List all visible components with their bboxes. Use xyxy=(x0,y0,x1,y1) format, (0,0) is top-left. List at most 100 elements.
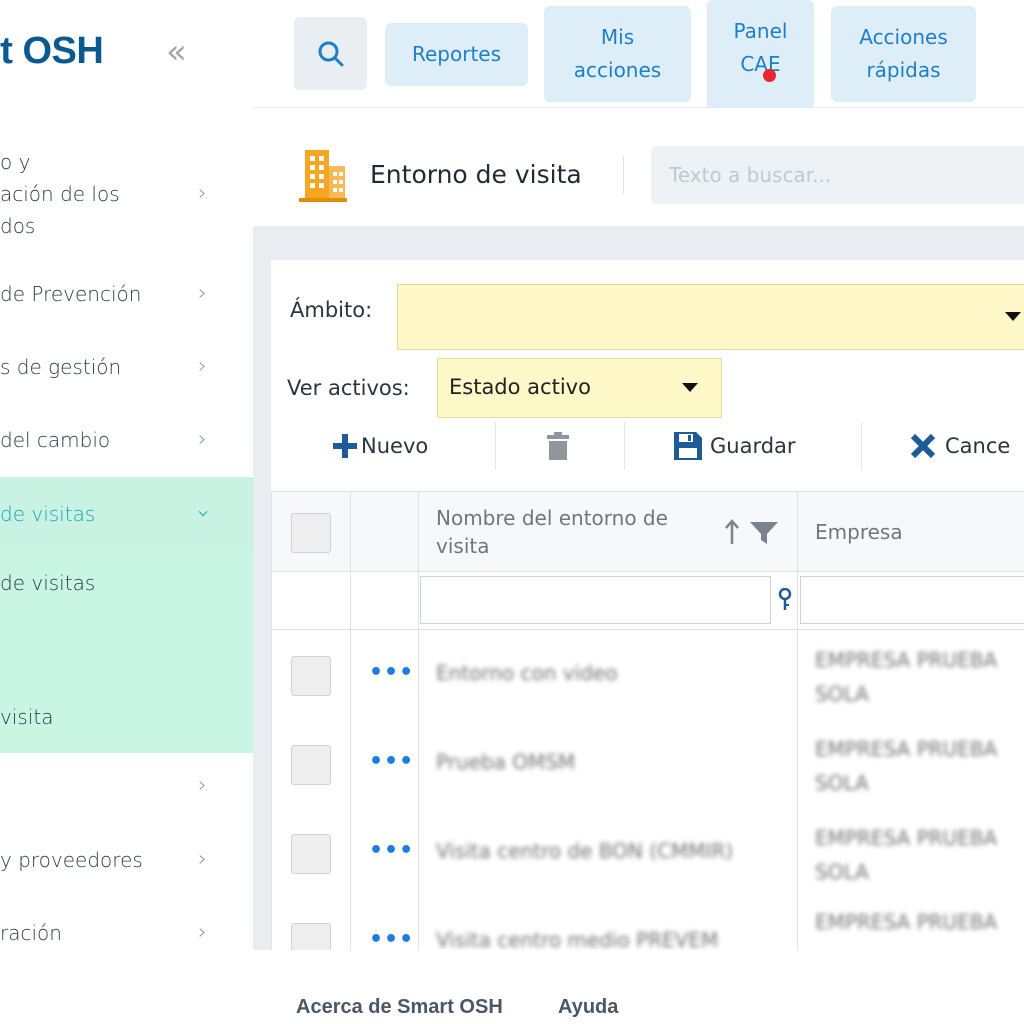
sidebar-item-label: de visitas xyxy=(0,502,96,526)
caret-down-icon xyxy=(1005,312,1021,321)
submenu: de visitas visita xyxy=(0,551,253,753)
ambito-label: Ámbito: xyxy=(290,298,373,322)
table-row[interactable]: ••• Entorno con video EMPRESA PRUEBA SOL… xyxy=(272,630,1024,719)
sort-filter-icon[interactable] xyxy=(722,518,782,546)
ambito-select[interactable] xyxy=(397,284,1024,350)
sidebar-item-6[interactable]: › xyxy=(0,770,253,804)
divider xyxy=(623,156,624,194)
chevron-down-icon: › xyxy=(190,509,216,519)
acerca-link[interactable]: Acerca de Smart OSH xyxy=(296,996,503,1019)
select-all-checkbox[interactable] xyxy=(291,513,331,553)
chevron-right-icon: › xyxy=(198,427,207,452)
row-checkbox[interactable] xyxy=(291,745,331,785)
ver-activos-select[interactable]: Estado activo xyxy=(437,358,722,418)
nuevo-button[interactable]: Nuevo xyxy=(331,420,428,472)
sidebar-item-4[interactable]: del cambio › xyxy=(0,424,253,458)
chevron-right-icon: › xyxy=(198,773,207,798)
ver-activos-label: Ver activos: xyxy=(287,376,410,400)
sidebar-item-label: ración xyxy=(0,921,62,945)
caret-down-icon xyxy=(682,383,698,392)
building-icon xyxy=(299,150,347,202)
table-row[interactable]: ••• Visita centro medio PREVEM EMPRESA P… xyxy=(272,897,1024,951)
content-background xyxy=(253,260,271,950)
acciones-rapidas-button[interactable]: Acciones rápidas xyxy=(831,6,976,102)
guardar-button[interactable]: Guardar xyxy=(674,420,796,472)
panel-cae-label: Panel CAE xyxy=(733,19,788,76)
sidebar-item-label: y proveedores xyxy=(0,848,143,872)
row-empresa: EMPRESA PRUEBA xyxy=(815,910,998,934)
sidebar-item-label: o y ación de los dos xyxy=(0,150,120,238)
sidebar-item-label: s de gestión xyxy=(0,355,122,379)
row-checkbox[interactable] xyxy=(291,923,331,951)
ayuda-link[interactable]: Ayuda xyxy=(558,996,618,1019)
more-options-icon[interactable]: ••• xyxy=(369,838,414,863)
page-title: Entorno de visita xyxy=(370,160,582,189)
save-icon xyxy=(674,432,702,460)
page-search xyxy=(651,146,1024,204)
sidebar-item-label: de Prevención xyxy=(0,282,142,306)
footer: Acerca de Smart OSH Ayuda xyxy=(253,950,1024,1024)
page-header: Entorno de visita xyxy=(253,108,1024,226)
ver-activos-value: Estado activo xyxy=(449,375,591,399)
close-icon xyxy=(910,433,936,459)
more-options-icon[interactable]: ••• xyxy=(369,749,414,774)
table-row[interactable]: ••• Prueba OMSM EMPRESA PRUEBA SOLA xyxy=(272,719,1024,808)
notification-dot xyxy=(763,69,776,82)
submenu-item-visita[interactable]: visita xyxy=(0,705,53,729)
row-checkbox[interactable] xyxy=(291,834,331,874)
sidebar-item-2[interactable]: de Prevención › xyxy=(0,278,253,312)
submenu-item-visitas[interactable]: de visitas xyxy=(0,571,95,595)
plus-icon xyxy=(333,434,357,458)
sidebar-item-3[interactable]: s de gestión › xyxy=(0,351,253,385)
grid-header: Nombre del entorno de visita Empresa xyxy=(272,492,1024,572)
column-header-nombre[interactable]: Nombre del entorno de visita xyxy=(436,504,668,560)
reportes-button[interactable]: Reportes xyxy=(385,23,528,86)
sidebar: rt OSH « o y ación de los dos › de Preve… xyxy=(0,0,253,1024)
sidebar-item-1[interactable]: o y ación de los dos › xyxy=(0,146,253,242)
search-button[interactable] xyxy=(294,17,367,90)
cancelar-label: Cance xyxy=(945,434,1011,458)
row-nombre: Prueba OMSM xyxy=(436,750,576,774)
chevron-right-icon: › xyxy=(198,354,207,379)
delete-button[interactable] xyxy=(547,420,569,472)
chevron-right-icon: › xyxy=(198,847,207,872)
row-nombre: Visita centro medio PREVEM xyxy=(436,928,719,951)
trash-icon xyxy=(547,432,569,460)
chevron-right-icon: › xyxy=(198,281,207,306)
grid-filter-row xyxy=(272,572,1024,630)
column-header-empresa[interactable]: Empresa xyxy=(815,518,903,546)
row-empresa: EMPRESA PRUEBA SOLA xyxy=(815,648,998,706)
row-empresa: EMPRESA PRUEBA SOLA xyxy=(815,826,998,884)
row-empresa: EMPRESA PRUEBA SOLA xyxy=(815,737,998,795)
sidebar-item-8[interactable]: ración › xyxy=(0,917,253,951)
key-icon[interactable] xyxy=(777,588,793,612)
row-checkbox[interactable] xyxy=(291,656,331,696)
empresa-filter-input[interactable] xyxy=(800,576,1024,624)
cancelar-button[interactable]: Cance xyxy=(909,420,1010,472)
nombre-filter-input[interactable] xyxy=(420,576,771,624)
more-options-icon[interactable]: ••• xyxy=(369,660,414,685)
more-options-icon[interactable]: ••• xyxy=(369,927,414,951)
sidebar-item-label: del cambio xyxy=(0,428,111,452)
toolbar-divider xyxy=(624,422,625,470)
double-chevron-left-icon[interactable]: « xyxy=(166,32,187,72)
content-panel: Ámbito: Ver activos: Estado activo Nuevo xyxy=(271,260,1024,951)
row-nombre: Entorno con video xyxy=(436,661,618,685)
sidebar-item-visitas[interactable]: de visitas › xyxy=(0,477,253,551)
panel-cae-button[interactable]: Panel CAE xyxy=(707,0,814,110)
app-logo[interactable]: rt OSH xyxy=(0,30,104,73)
top-nav: Reportes Mis acciones Panel CAE Acciones… xyxy=(253,0,1024,110)
guardar-label: Guardar xyxy=(710,434,796,458)
sidebar-item-7[interactable]: y proveedores › xyxy=(0,844,253,878)
table-row[interactable]: ••• Visita centro de BON (CMMIR) EMPRESA… xyxy=(272,808,1024,897)
search-input[interactable] xyxy=(651,146,1024,204)
search-icon xyxy=(318,41,343,66)
chevron-right-icon: › xyxy=(198,181,207,206)
mis-acciones-button[interactable]: Mis acciones xyxy=(544,6,691,102)
row-nombre: Visita centro de BON (CMMIR) xyxy=(436,839,734,863)
content-background xyxy=(253,226,1024,260)
toolbar-divider xyxy=(861,422,862,470)
data-grid: Nombre del entorno de visita Empresa ••• xyxy=(271,491,1024,951)
chevron-right-icon: › xyxy=(198,920,207,945)
toolbar-divider xyxy=(495,422,496,470)
